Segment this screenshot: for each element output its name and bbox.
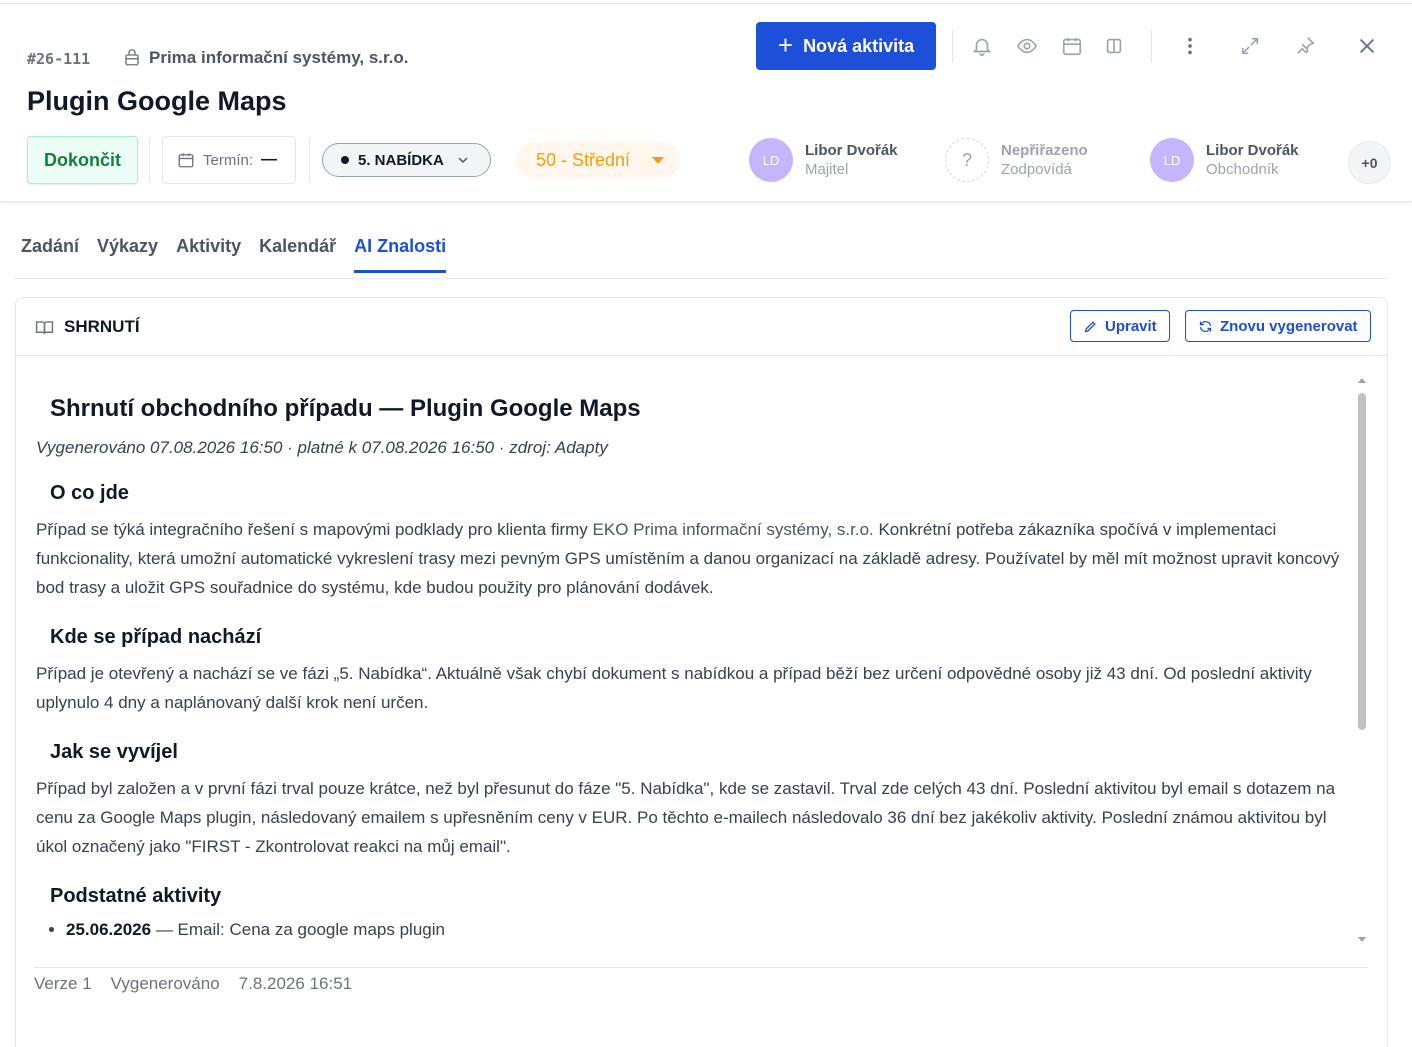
chevron-down-icon [458, 157, 468, 164]
pencil-icon [1084, 320, 1096, 332]
panel-title-text: SHRNUTÍ [64, 317, 140, 336]
text-part: Případ se týká integračního řešení s map… [36, 520, 593, 539]
book-icon [35, 320, 54, 334]
sales-person[interactable]: LD Libor Dvořák Obchodník [1150, 138, 1299, 182]
person-role: Majitel [805, 161, 849, 178]
columns-icon[interactable] [1102, 34, 1126, 58]
pin-icon[interactable] [1293, 34, 1317, 58]
section-title: O co jde [50, 482, 129, 504]
version-label: Verze 1 [34, 974, 92, 993]
building-icon [125, 49, 139, 66]
activity-list: 25.06.2026 — Email: Cena za google maps … [36, 920, 1356, 940]
activity-text: — Email: Cena za google maps plugin [151, 920, 445, 939]
company-reference: EKO Prima informační systémy, s.r.o. [592, 520, 874, 539]
toolbar-divider [952, 30, 953, 62]
summary-footer: Verze 1 Vygenerováno 7.8.2026 16:51 [34, 974, 352, 994]
more-vertical-icon[interactable] [1178, 34, 1202, 58]
panel-title: SHRNUTÍ [35, 317, 140, 337]
case-id: #26-111 [27, 50, 91, 68]
generated-label: Vygenerováno [110, 974, 220, 993]
tab-aktivity[interactable]: Aktivity [176, 236, 241, 273]
phase-select[interactable]: 5. NABÍDKA [322, 143, 491, 177]
scroll-up-arrow[interactable] [1358, 378, 1366, 383]
phase-dot [341, 156, 349, 164]
bell-icon[interactable] [970, 34, 994, 58]
section-text: Případ je otevřený a nachází se ve fázi … [36, 664, 1312, 712]
avatar: LD [749, 138, 793, 182]
new-activity-label: Nová aktivita [803, 35, 915, 56]
action-divider [309, 138, 310, 182]
footer-divider [34, 967, 1368, 968]
generated-value: 7.8.2026 16:51 [238, 974, 353, 993]
deadline-label: Termín: [203, 151, 254, 169]
section-title: Kde se případ nachází [50, 626, 262, 648]
person-name: Nepřiřazeno [1001, 142, 1088, 159]
refresh-icon [1199, 320, 1212, 332]
person-name: Libor Dvořák [805, 142, 898, 159]
section-title: Podstatné aktivity [50, 885, 222, 907]
tab-zadani[interactable]: Zadání [21, 236, 79, 273]
page-title: Plugin Google Maps [27, 86, 287, 116]
company-link[interactable]: Prima informační systémy, s.r.o. [123, 48, 409, 68]
summary-heading: Shrnutí obchodního případu — Plugin Goog… [50, 395, 641, 422]
responsible-person[interactable]: ? Nepřiřazeno Zodpovídá [945, 138, 1088, 182]
more-people-badge[interactable]: +0 [1348, 141, 1391, 184]
list-item: 25.06.2026 — Email: Cena za google maps … [66, 920, 1356, 940]
section-text: Případ se týká integračního řešení s map… [36, 515, 1356, 602]
deadline-value: — [261, 151, 278, 168]
edit-label: Upravit [1105, 317, 1157, 335]
owner-person[interactable]: LD Libor Dvořák Majitel [749, 138, 898, 182]
person-role: Zodpovídá [1001, 161, 1072, 178]
panel-header: SHRNUTÍ Upravit Znovu vygenerovat [16, 298, 1387, 356]
priority-select[interactable]: 50 - Střední [516, 142, 680, 178]
finish-button[interactable]: Dokončit [27, 136, 138, 184]
calendar-icon[interactable] [1060, 34, 1084, 58]
regenerate-button[interactable]: Znovu vygenerovat [1185, 310, 1371, 342]
eye-icon[interactable] [1015, 34, 1039, 58]
summary-content: Shrnutí obchodního případu — Plugin Goog… [36, 373, 1356, 948]
tab-bar: Zadání Výkazy Aktivity Kalendář AI Znalo… [21, 236, 447, 273]
regenerate-label: Znovu vygenerovat [1220, 317, 1358, 335]
summary-panel: SHRNUTÍ Upravit Znovu vygenerovat Shrnut… [15, 297, 1388, 1047]
activity-date: 25.06.2026 [66, 920, 152, 939]
tab-ai-znalosti[interactable]: AI Znalosti [354, 236, 447, 273]
tab-kalendar[interactable]: Kalendář [259, 236, 336, 273]
avatar: ? [945, 138, 989, 182]
edit-button[interactable]: Upravit [1070, 310, 1170, 342]
scroll-down-arrow[interactable] [1358, 937, 1366, 942]
tabs-divider [14, 278, 1388, 279]
plus-icon: + [777, 29, 794, 60]
priority-label: 50 - Střední [536, 149, 631, 170]
tab-vykazy[interactable]: Výkazy [97, 236, 158, 273]
calendar-icon [178, 153, 194, 168]
close-icon[interactable] [1355, 34, 1379, 58]
action-divider [149, 138, 150, 182]
summary-meta: Vygenerováno 07.08.2026 16:50 · platné k… [36, 438, 608, 457]
phase-label: 5. NABÍDKA [358, 151, 444, 169]
section-text: Případ byl založen a v první fázi trval … [36, 779, 1336, 856]
scroll-thumb[interactable] [1358, 393, 1366, 730]
expand-icon[interactable] [1238, 34, 1262, 58]
avatar: LD [1150, 138, 1194, 182]
scrollbar[interactable] [1357, 376, 1367, 946]
section-title: Jak se vyvíjel [50, 741, 178, 763]
toolbar-divider [1151, 30, 1152, 62]
deadline-button[interactable]: Termín: — [162, 136, 296, 184]
case-header: #26-111 Prima informační systémy, s.r.o.… [0, 4, 1412, 202]
new-activity-button[interactable]: + Nová aktivita [756, 22, 936, 70]
company-name: Prima informační systémy, s.r.o. [149, 48, 409, 67]
person-role: Obchodník [1206, 161, 1279, 178]
caret-down-icon [652, 157, 664, 164]
person-name: Libor Dvořák [1206, 142, 1299, 159]
